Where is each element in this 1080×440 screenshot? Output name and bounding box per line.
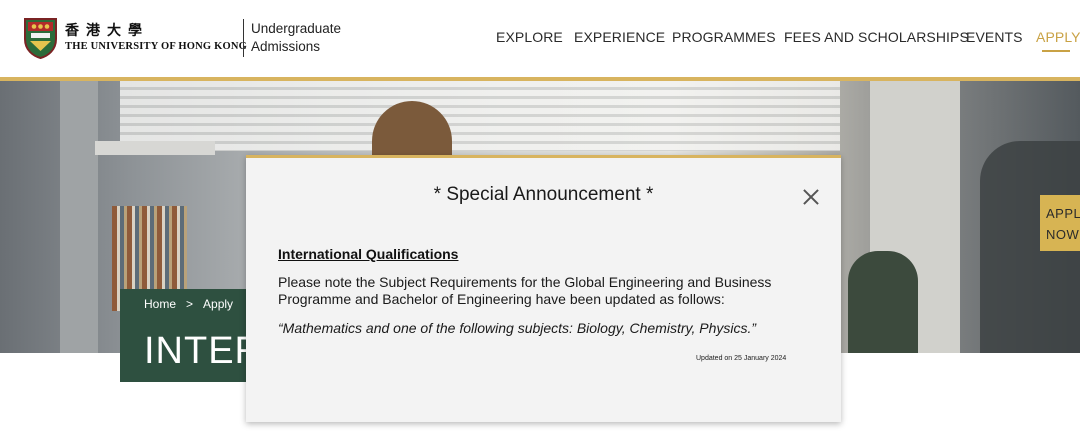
nav-item-programmes[interactable]: PROGRAMMES xyxy=(672,29,776,45)
site-header: 香港大學 THE UNIVERSITY OF HONG KONG Undergr… xyxy=(0,0,1080,78)
modal-quote-text: “Mathematics and one of the following su… xyxy=(278,320,757,336)
main-nav: EXPLORE EXPERIENCE PROGRAMMES FEES AND S… xyxy=(0,29,1080,49)
apply-now-line2: NOW xyxy=(1046,227,1080,242)
nav-item-events[interactable]: EVENTS xyxy=(966,29,1023,45)
nav-item-explore[interactable]: EXPLORE xyxy=(496,29,563,45)
nav-item-experience[interactable]: EXPERIENCE xyxy=(574,29,665,45)
active-nav-indicator xyxy=(1042,50,1070,52)
close-icon[interactable] xyxy=(802,188,820,206)
modal-title: * Special Announcement * xyxy=(433,184,654,205)
hero-pillar xyxy=(60,81,98,353)
modal-updated-date: Updated on 25 January 2024 xyxy=(696,355,787,362)
announcement-modal: * Special Announcement * International Q… xyxy=(246,155,841,422)
nav-item-apply[interactable]: APPLY xyxy=(1036,29,1080,45)
hero-shelf xyxy=(95,141,215,155)
modal-body-text: Please note the Subject Requirements for… xyxy=(278,274,772,307)
hero-ceiling xyxy=(120,81,840,151)
breadcrumb-apply[interactable]: Apply xyxy=(203,297,233,311)
apply-now-button[interactable]: APPLY NOW xyxy=(1040,195,1080,251)
chevron-right-icon: > xyxy=(186,296,194,311)
modal-subheading: International Qualifications xyxy=(278,246,459,262)
breadcrumb-home[interactable]: Home xyxy=(144,297,176,311)
hero-person xyxy=(848,251,918,353)
apply-now-line1: APPLY xyxy=(1046,206,1080,221)
nav-item-fees-and-scholarships[interactable]: FEES AND SCHOLARSHIPS xyxy=(784,29,969,45)
